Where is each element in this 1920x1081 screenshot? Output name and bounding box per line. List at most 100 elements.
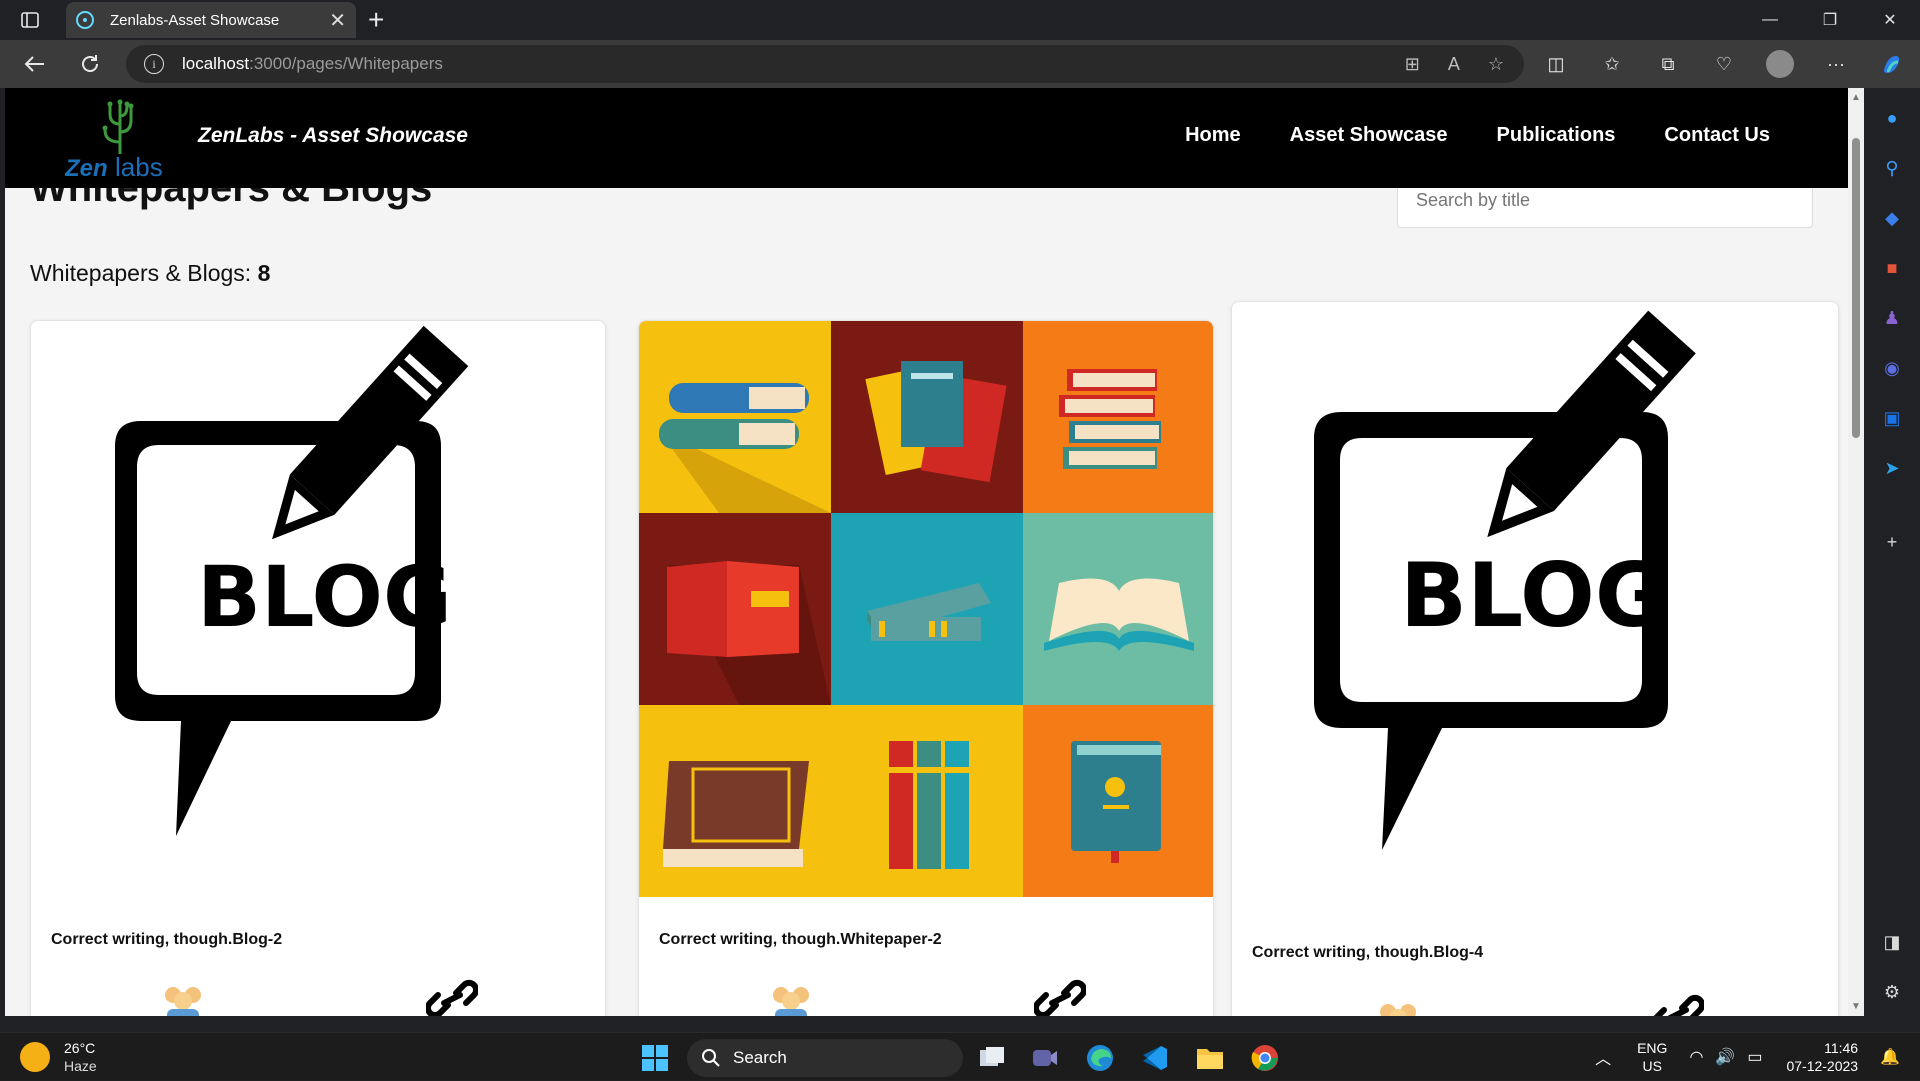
tab-title: Zenlabs-Asset Showcase [110,11,280,29]
asset-count: Whitepapers & Blogs: 8 [30,260,270,287]
browser-window: Zenlabs-Asset Showcase ✕ + — ❐ ✕ i local… [0,0,1920,1032]
notification-bell-icon[interactable]: 🔔 [1880,1047,1900,1067]
link-icon[interactable] [1652,992,1704,1016]
windows-start-icon[interactable] [638,1041,672,1075]
notifications-bell-icon[interactable]: ● [1878,104,1906,132]
logo-zen-text: Zen [65,155,108,182]
blog-text: BLOG [197,548,452,646]
card-title[interactable]: Correct writing, though.Blog-4 [1252,944,1483,962]
task-view-icon[interactable] [975,1041,1009,1075]
windows-taskbar: 26°C Haze Search ︿ ENG US ◠ 🔊 ▭ 11:46 07… [0,1032,1920,1080]
site-info-icon[interactable]: i [144,54,164,74]
search-icon[interactable]: ⚲ [1878,154,1906,182]
link-icon[interactable] [1034,977,1086,1016]
nav-asset-showcase[interactable]: Asset Showcase [1290,124,1448,147]
navigation-bar: i localhost :3000/pages/Whitepapers ⊞ A … [0,40,1920,88]
asset-card[interactable]: BLOG Correct writing, though.Blog-2 [30,320,606,1016]
volume-icon[interactable]: 🔊 [1715,1047,1735,1067]
address-bar[interactable]: i localhost :3000/pages/Whitepapers ⊞ A … [126,45,1524,83]
refresh-button[interactable] [74,48,106,80]
scrollbar-thumb[interactable] [1852,138,1860,438]
favorites-icon[interactable]: ✩ [1596,48,1628,80]
asset-card[interactable]: Correct writing, though.Whitepaper-2 [638,320,1214,1016]
browser-tab[interactable]: Zenlabs-Asset Showcase ✕ [66,2,356,38]
page-viewport: Zen labs ZenLabs - Asset Showcase Home A… [5,88,1848,1016]
meet-icon[interactable] [1028,1041,1062,1075]
count-value: 8 [257,260,271,286]
split-screen-icon[interactable]: ◫ [1540,48,1572,80]
nav-home[interactable]: Home [1185,124,1241,147]
blog-text: BLOG [1400,544,1667,647]
brand-name: ZenLabs - Asset Showcase [198,124,468,147]
search-icon [702,1049,720,1067]
haze-sun-icon [20,1042,50,1072]
clock-time: 11:46 [1824,1040,1859,1056]
books-collage-thumbnail [639,321,1213,897]
scroll-up-arrow-icon[interactable]: ▲ [1851,92,1861,103]
card-title[interactable]: Correct writing, though.Blog-2 [51,931,282,949]
collections-icon[interactable]: ⧉ [1652,48,1684,80]
copilot-app-icon[interactable]: ◉ [1878,354,1906,382]
url-path: :3000/pages/Whitepapers [249,54,443,73]
back-button[interactable] [18,48,50,80]
restore-button[interactable]: ❐ [1800,0,1860,40]
region-code: US [1642,1058,1662,1074]
main-menu: Home Asset Showcase Publications Contact… [1185,124,1770,147]
battery-icon[interactable]: ▭ [1747,1047,1762,1067]
tab-close-icon[interactable]: ✕ [329,8,346,33]
wifi-icon[interactable]: ◠ [1689,1047,1703,1067]
weather-condition: Haze [64,1058,97,1074]
chrome-icon[interactable] [1248,1041,1282,1075]
taskbar-search[interactable]: Search [687,1039,963,1077]
favorite-star-icon[interactable]: ☆ [1488,54,1504,75]
app-available-icon[interactable]: ⊞ [1405,54,1420,75]
file-explorer-icon[interactable] [1193,1041,1227,1075]
tab-bar: Zenlabs-Asset Showcase ✕ + — ❐ ✕ [0,0,1920,40]
browser-toolbar: ◫ ✩ ⧉ ♡ ··· [1540,48,1908,80]
telegram-send-icon[interactable]: ➤ [1878,454,1906,482]
blog-thumbnail: BLOG [115,325,469,836]
edge-browser-icon[interactable] [1083,1041,1117,1075]
show-hidden-icons-chevron-icon[interactable]: ︿ [1595,1045,1611,1069]
window-controls: — ❐ ✕ [1740,0,1920,40]
input-language[interactable]: ENG US [1637,1039,1667,1075]
system-clock[interactable]: 11:46 07-12-2023 [1786,1039,1858,1075]
nav-publications[interactable]: Publications [1497,124,1616,147]
profile-avatar[interactable] [1764,48,1796,80]
minimize-button[interactable]: — [1740,0,1800,40]
react-favicon-icon [76,11,94,29]
logo-labs-text: labs [115,152,163,182]
read-aloud-icon[interactable]: A [1448,54,1460,75]
vscode-icon[interactable] [1138,1041,1172,1075]
url-host: localhost [182,54,250,73]
page-scrollbar[interactable]: ▲ ▼ [1848,88,1864,1016]
authors-icon[interactable] [1374,998,1422,1016]
zenlabs-logo[interactable]: Zen labs [64,94,175,182]
shopping-tag-icon[interactable]: ◆ [1878,204,1906,232]
browser-essentials-icon[interactable]: ♡ [1708,48,1740,80]
card-title[interactable]: Correct writing, though.Whitepaper-2 [659,931,942,949]
tab-actions-icon[interactable] [0,0,60,40]
close-window-button[interactable]: ✕ [1860,0,1920,40]
language-code: ENG [1637,1040,1668,1056]
add-app-icon[interactable]: + [1878,528,1906,556]
temperature: 26°C [64,1040,96,1056]
address-bar-actions: ⊞ A ☆ [1405,54,1504,75]
hide-sidebar-icon[interactable]: ◨ [1878,928,1906,956]
new-tab-button[interactable]: + [368,4,384,36]
tools-briefcase-icon[interactable]: ■ [1878,254,1906,282]
link-icon[interactable] [426,977,478,1016]
authors-icon[interactable] [767,981,815,1016]
authors-icon[interactable] [159,981,207,1016]
count-label: Whitepapers & Blogs: [30,260,258,286]
more-options-icon[interactable]: ··· [1820,48,1852,80]
scroll-down-arrow-icon[interactable]: ▼ [1851,1001,1861,1012]
games-icon[interactable]: ♟ [1878,304,1906,332]
nav-contact-us[interactable]: Contact Us [1664,124,1770,147]
outlook-icon[interactable]: ▣ [1878,404,1906,432]
system-tray: ︿ ENG US ◠ 🔊 ▭ 11:46 07-12-2023 🔔 [1595,1033,1920,1081]
settings-gear-icon[interactable]: ⚙ [1878,978,1906,1006]
asset-card[interactable]: BLOG Correct writing, though.Blog-4 [1231,301,1839,1016]
copilot-icon[interactable] [1876,48,1908,80]
weather-widget[interactable]: 26°C Haze [20,1039,97,1075]
